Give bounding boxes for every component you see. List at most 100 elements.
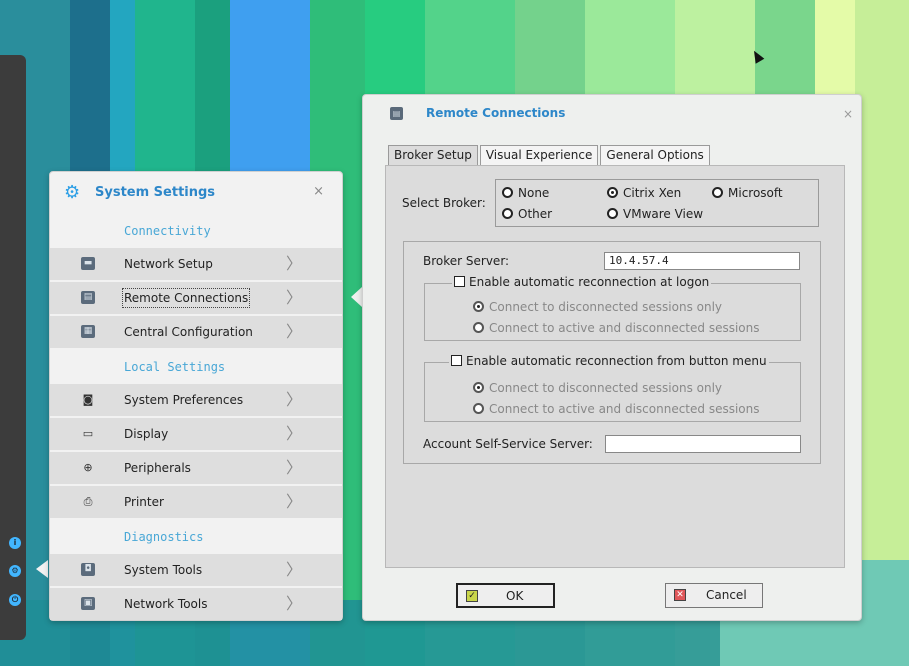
broker-option-label: None <box>518 186 550 200</box>
section-heading-connectivity: Connectivity <box>124 224 211 238</box>
logon-reconnection-group: Enable automatic reconnection at logon C… <box>424 275 801 341</box>
tab-bar: Broker Setup Visual Experience General O… <box>388 145 712 166</box>
radio-icon <box>607 208 618 219</box>
checkbox-label: Enable automatic reconnection from butto… <box>466 354 767 368</box>
menu-item-peripherals[interactable]: ⊕ Peripherals 〉 <box>50 452 342 484</box>
section-heading-diagnostics: Diagnostics <box>124 530 204 544</box>
settings-icon[interactable]: ⚙ <box>9 565 21 577</box>
info-icon[interactable]: i <box>9 537 21 549</box>
chevron-right-icon: 〉 <box>285 322 302 341</box>
button-option-disconnected-only[interactable]: Connect to disconnected sessions only <box>473 381 722 395</box>
logon-option-disconnected-only[interactable]: Connect to disconnected sessions only <box>473 300 722 314</box>
cancel-button-label: Cancel <box>706 588 747 602</box>
printer-icon: ⎙ <box>83 495 93 508</box>
chevron-right-icon: 〉 <box>285 254 302 273</box>
left-dock <box>0 55 26 640</box>
dialog-pointer <box>351 287 362 307</box>
broker-option-vmware-view[interactable]: VMware View <box>607 207 703 221</box>
broker-option-label: Other <box>518 207 553 221</box>
section-heading-local-settings: Local Settings <box>124 360 226 374</box>
menu-item-network-tools[interactable]: ▣ Network Tools 〉 <box>50 588 342 620</box>
menu-item-label: Remote Connections <box>121 288 251 308</box>
mouse-icon: ⊕ <box>83 461 93 474</box>
radio-icon <box>473 403 484 414</box>
network-setup-icon: ▬ <box>81 257 95 270</box>
radio-icon <box>502 208 513 219</box>
button-option-active-and-disconnected[interactable]: Connect to active and disconnected sessi… <box>473 402 760 416</box>
radio-icon <box>712 187 723 198</box>
logon-option-active-and-disconnected[interactable]: Connect to active and disconnected sessi… <box>473 321 760 335</box>
chevron-right-icon: 〉 <box>285 458 302 477</box>
broker-server-input[interactable]: 10.4.57.4 <box>604 252 800 270</box>
radio-selected-icon <box>607 187 618 198</box>
gears-icon: ⚙ <box>64 182 81 203</box>
menu-item-label: Network Setup <box>124 257 213 271</box>
cancel-button[interactable]: ✕ Cancel <box>665 583 763 608</box>
option-label: Connect to active and disconnected sessi… <box>489 321 760 335</box>
menu-item-system-preferences[interactable]: ◙ System Preferences 〉 <box>50 384 342 416</box>
system-tools-icon: ◘ <box>81 563 95 576</box>
broker-options-group: None Citrix Xen Microsoft Other VMware V… <box>495 179 819 227</box>
broker-option-citrix-xen[interactable]: Citrix Xen <box>607 186 681 200</box>
ok-button[interactable]: ✓ OK <box>456 583 555 608</box>
broker-option-microsoft[interactable]: Microsoft <box>712 186 783 200</box>
broker-option-label: VMware View <box>623 207 704 221</box>
menu-item-central-configuration[interactable]: ▦ Central Configuration 〉 <box>50 316 342 348</box>
menu-item-label: System Preferences <box>124 393 244 407</box>
settings-panel-pointer <box>36 560 48 578</box>
system-preferences-icon: ◙ <box>82 393 94 406</box>
select-broker-label: Select Broker: <box>402 196 486 210</box>
radio-selected-icon <box>473 301 484 312</box>
radio-icon <box>473 322 484 333</box>
system-settings-panel: ⚙ System Settings × Connectivity ▬ Netwo… <box>49 171 343 621</box>
menu-item-display[interactable]: ▭ Display 〉 <box>50 418 342 450</box>
radio-icon <box>502 187 513 198</box>
tab-broker-setup[interactable]: Broker Setup <box>388 145 478 166</box>
broker-option-none[interactable]: None <box>502 186 549 200</box>
menu-item-remote-connections[interactable]: ▤ Remote Connections 〉 <box>50 282 342 314</box>
chevron-right-icon: 〉 <box>285 560 302 579</box>
menu-item-printer[interactable]: ⎙ Printer 〉 <box>50 486 342 518</box>
menu-item-label: Central Configuration <box>124 325 253 339</box>
menu-item-label: Display <box>124 427 169 441</box>
option-label: Connect to disconnected sessions only <box>489 300 723 314</box>
chevron-right-icon: 〉 <box>285 424 302 443</box>
broker-option-label: Microsoft <box>728 186 783 200</box>
menu-item-label: Network Tools <box>124 597 208 611</box>
power-icon[interactable]: ⏻ <box>9 594 21 606</box>
menu-item-label: Printer <box>124 495 164 509</box>
broker-server-label: Broker Server: <box>423 254 510 268</box>
chevron-right-icon: 〉 <box>285 492 302 511</box>
remote-connections-dialog: ▤ Remote Connections × Broker Setup Visu… <box>362 94 862 621</box>
account-self-service-input[interactable] <box>605 435 801 453</box>
option-label: Connect to disconnected sessions only <box>489 381 723 395</box>
settings-header: ⚙ System Settings × <box>50 172 342 214</box>
settings-title: System Settings <box>95 185 216 200</box>
button-menu-reconnection-checkbox[interactable]: Enable automatic reconnection from butto… <box>449 354 769 368</box>
checkbox-label: Enable automatic reconnection at logon <box>469 275 710 289</box>
broker-option-label: Citrix Xen <box>623 186 682 200</box>
remote-connections-icon: ▤ <box>81 291 95 304</box>
chevron-right-icon: 〉 <box>285 390 302 409</box>
central-configuration-icon: ▦ <box>81 325 95 338</box>
option-label: Connect to active and disconnected sessi… <box>489 402 760 416</box>
tab-general-options[interactable]: General Options <box>600 145 710 166</box>
menu-item-label: System Tools <box>124 563 203 577</box>
broker-setup-panel: Select Broker: None Citrix Xen Microsoft… <box>385 165 845 568</box>
cancel-x-icon: ✕ <box>674 589 686 601</box>
radio-selected-icon <box>473 382 484 393</box>
dialog-title: Remote Connections <box>426 106 566 120</box>
ok-button-label: OK <box>506 589 524 603</box>
dialog-close-button[interactable]: × <box>843 107 853 121</box>
broker-option-other[interactable]: Other <box>502 207 552 221</box>
tab-visual-experience[interactable]: Visual Experience <box>479 145 599 166</box>
checkmark-icon: ✓ <box>466 590 478 602</box>
logon-reconnection-checkbox[interactable]: Enable automatic reconnection at logon <box>452 275 712 289</box>
settings-close-button[interactable]: × <box>313 184 324 199</box>
menu-item-label: Peripherals <box>124 461 191 475</box>
menu-item-network-setup[interactable]: ▬ Network Setup 〉 <box>50 248 342 280</box>
network-tools-icon: ▣ <box>81 597 95 610</box>
account-self-service-label: Account Self-Service Server: <box>423 437 593 451</box>
checkbox-icon <box>454 276 465 287</box>
menu-item-system-tools[interactable]: ◘ System Tools 〉 <box>50 554 342 586</box>
